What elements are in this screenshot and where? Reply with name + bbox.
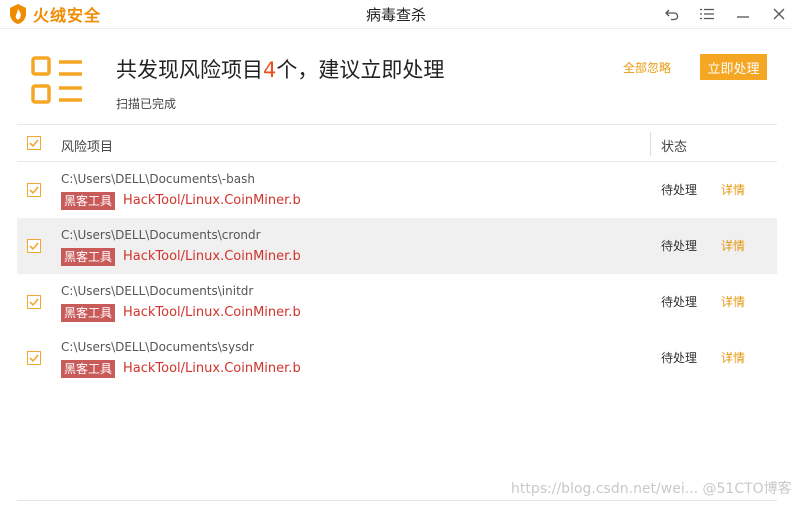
row-status: 待处理 bbox=[661, 351, 698, 365]
details-link[interactable]: 详情 bbox=[721, 181, 745, 198]
check-icon bbox=[29, 186, 39, 195]
select-all-checkbox[interactable] bbox=[27, 136, 41, 150]
bottom-divider bbox=[17, 500, 777, 501]
threat-category-badge: 黑客工具 bbox=[61, 192, 116, 210]
close-icon bbox=[773, 8, 785, 20]
risk-count: 4 bbox=[263, 58, 277, 82]
row-checkbox[interactable] bbox=[27, 183, 41, 197]
close-button[interactable] bbox=[766, 2, 792, 26]
check-icon bbox=[29, 298, 39, 307]
table-row[interactable]: C:\Users\DELL\Documents\initdr 黑客工具 Hack… bbox=[17, 274, 777, 330]
summary-title-suffix: 个，建议立即处理 bbox=[276, 58, 445, 82]
risk-list-icon bbox=[31, 56, 82, 104]
table-row[interactable]: C:\Users\DELL\Documents\sysdr 黑客工具 HackT… bbox=[17, 330, 777, 386]
brand: 火绒安全 bbox=[8, 3, 101, 25]
threat-category-badge: 黑客工具 bbox=[61, 304, 116, 322]
threat-name: HackTool/Linux.CoinMiner.b bbox=[123, 249, 301, 264]
table-row[interactable]: C:\Users\DELL\Documents\crondr 黑客工具 Hack… bbox=[17, 218, 777, 274]
menu-button[interactable] bbox=[694, 2, 720, 26]
threat-name: HackTool/Linux.CoinMiner.b bbox=[123, 193, 301, 208]
row-status: 待处理 bbox=[661, 239, 698, 253]
details-link[interactable]: 详情 bbox=[721, 237, 745, 254]
brand-name: 火绒安全 bbox=[33, 6, 102, 25]
title-bar: 火绒安全 病毒查杀 bbox=[0, 0, 792, 29]
row-status: 待处理 bbox=[661, 183, 698, 197]
check-icon bbox=[29, 139, 39, 148]
threat-category-badge: 黑客工具 bbox=[61, 360, 116, 378]
file-path: C:\Users\DELL\Documents\sysdr bbox=[61, 340, 254, 354]
row-status: 待处理 bbox=[661, 295, 698, 309]
table-row[interactable]: C:\Users\DELL\Documents\-bash 黑客工具 HackT… bbox=[17, 162, 777, 218]
file-path: C:\Users\DELL\Documents\initdr bbox=[61, 284, 254, 298]
huorong-logo-icon bbox=[10, 4, 26, 24]
summary-title: 共发现风险项目4个，建议立即处理 bbox=[116, 54, 444, 84]
check-icon bbox=[29, 354, 39, 363]
ignore-all-link[interactable]: 全部忽略 bbox=[623, 59, 671, 76]
column-divider[interactable] bbox=[650, 132, 651, 156]
threat-name: HackTool/Linux.CoinMiner.b bbox=[123, 305, 301, 320]
minimize-button[interactable] bbox=[730, 2, 756, 26]
file-path: C:\Users\DELL\Documents\-bash bbox=[61, 172, 255, 186]
details-link[interactable]: 详情 bbox=[721, 349, 745, 366]
column-header-status: 状态 bbox=[661, 140, 688, 155]
fix-now-button[interactable]: 立即处理 bbox=[700, 54, 767, 80]
minimize-icon bbox=[737, 16, 749, 18]
scan-status: 扫描已完成 bbox=[116, 97, 177, 111]
threat-category-badge: 黑客工具 bbox=[61, 248, 116, 266]
menu-icon bbox=[700, 8, 714, 20]
row-checkbox[interactable] bbox=[27, 239, 41, 253]
back-button[interactable] bbox=[659, 2, 685, 26]
watermark: https://blog.csdn.net/wei... @51CTO博客 bbox=[511, 481, 792, 497]
column-header-risk: 风险项目 bbox=[61, 140, 114, 155]
back-icon bbox=[665, 9, 679, 21]
details-link[interactable]: 详情 bbox=[721, 293, 745, 310]
file-path: C:\Users\DELL\Documents\crondr bbox=[61, 228, 261, 242]
check-icon bbox=[29, 242, 39, 251]
summary-title-prefix: 共发现风险项目 bbox=[116, 58, 263, 82]
table-header: 风险项目 状态 bbox=[17, 124, 777, 162]
row-checkbox[interactable] bbox=[27, 295, 41, 309]
row-checkbox[interactable] bbox=[27, 351, 41, 365]
threat-name: HackTool/Linux.CoinMiner.b bbox=[123, 361, 301, 376]
